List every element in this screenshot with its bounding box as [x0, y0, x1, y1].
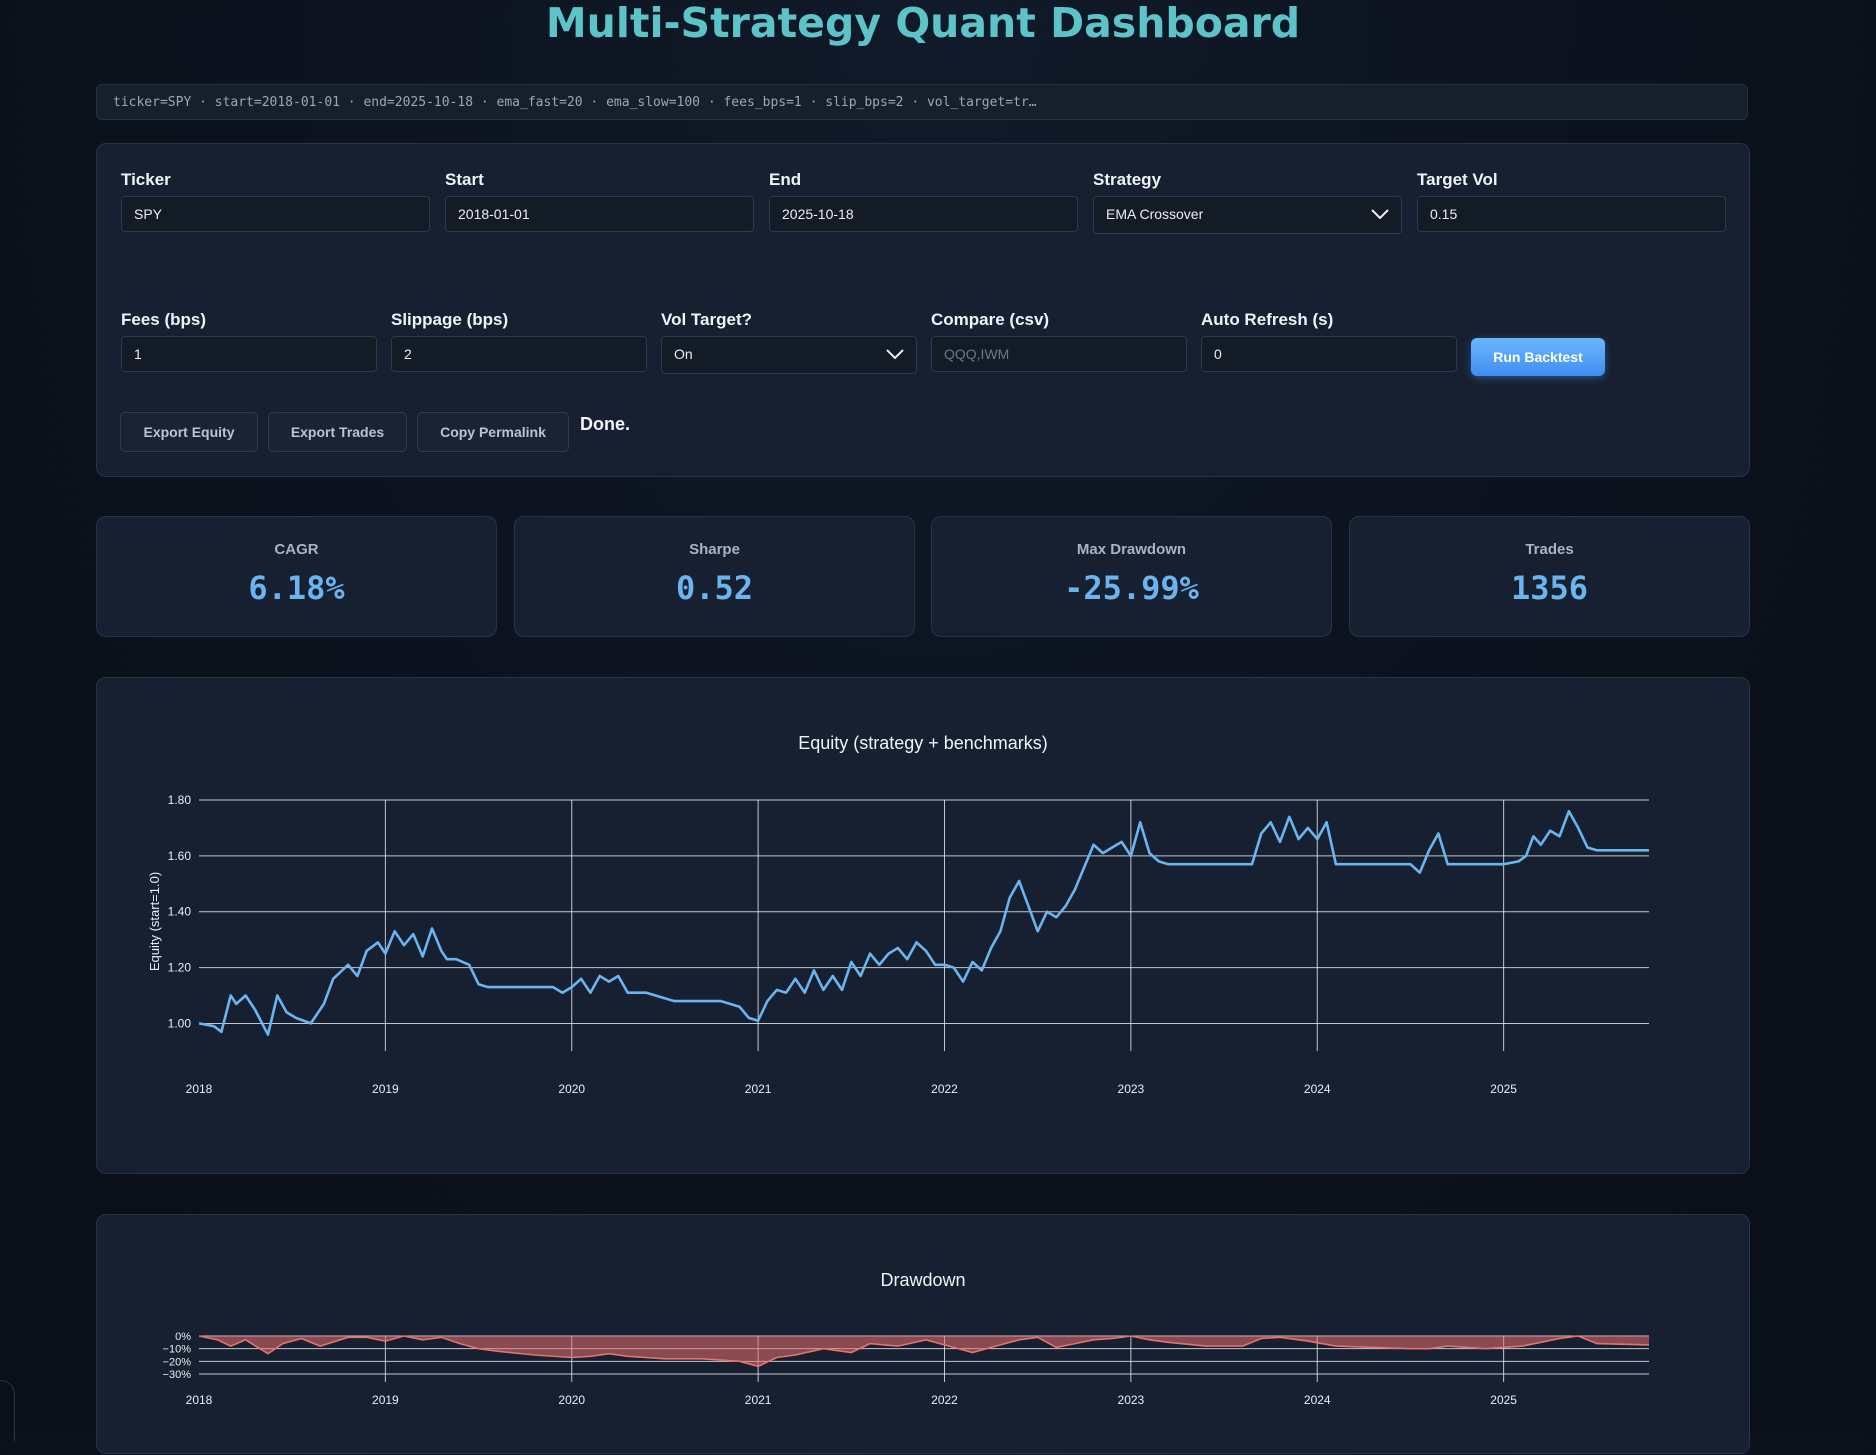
status-text: Done. [580, 414, 631, 434]
x-tick-label: 2022 [931, 1082, 958, 1096]
y-tick-label: −10% [163, 1344, 192, 1356]
fees-input[interactable]: 1 [121, 336, 377, 372]
y-tick-label: 1.60 [168, 849, 192, 863]
kpi-label: Sharpe [689, 541, 740, 558]
fees-label: Fees (bps) [121, 310, 207, 329]
y-tick-label: 1.80 [168, 793, 192, 807]
kpi-value: 1356 [1510, 569, 1589, 607]
compare-input[interactable]: QQQ,IWM [931, 336, 1187, 372]
slippage-field: Slippage (bps) 2 [391, 310, 647, 372]
export-trades-button[interactable]: Export Trades [268, 412, 407, 452]
export-equity-button[interactable]: Export Equity [120, 412, 258, 452]
end-label: End [769, 170, 802, 189]
x-tick-label: 2023 [1118, 1393, 1145, 1407]
x-tick-label: 2023 [1118, 1082, 1145, 1096]
ticker-input[interactable]: SPY [121, 196, 430, 232]
equity-series-line [198, 809, 1649, 1036]
compare-label: Compare (csv) [931, 310, 1050, 329]
ticker-label: Ticker [121, 170, 171, 189]
x-tick-label: 2025 [1490, 1082, 1517, 1096]
kpi-card-max-drawdown: Max Drawdown -25.99% [931, 516, 1332, 637]
x-tick-label: 2022 [931, 1393, 958, 1407]
x-tick-label: 2021 [745, 1082, 772, 1096]
end-date-input[interactable]: 2025-10-18 [769, 196, 1078, 232]
kpi-card-sharpe: Sharpe 0.52 [514, 516, 915, 637]
drawdown-chart-panel: Drawdown 0% −10% −20% −30% 2018 2019 2020 2021 2… [96, 1214, 1750, 1454]
page-title: Multi-Strategy Quant Dashboard [545, 0, 1301, 47]
start-field: Start 2018-01-01 [445, 170, 754, 232]
vol-target-field: Vol Target? On [661, 310, 917, 374]
chevron-down-icon [1371, 209, 1389, 219]
y-axis-label: Equity (start=1.0) [147, 872, 162, 971]
strategy-value: EMA Crossover [1106, 206, 1204, 222]
y-tick-label: −30% [163, 1369, 192, 1381]
x-tick-label: 2020 [558, 1082, 585, 1096]
start-label: Start [445, 170, 484, 189]
kpi-label: Max Drawdown [1076, 541, 1187, 558]
kpi-card-trades: Trades 1356 [1349, 516, 1750, 637]
start-date-input[interactable]: 2018-01-01 [445, 196, 754, 232]
vol-target-label: Vol Target? [661, 310, 752, 329]
strategy-select[interactable]: EMA Crossover [1093, 196, 1402, 234]
kpi-card-cagr: CAGR 6.18% [96, 516, 497, 637]
vol-target-value: On [674, 346, 693, 362]
slippage-input[interactable]: 2 [391, 336, 647, 372]
end-field: End 2025-10-18 [769, 170, 1078, 232]
vol-target-select[interactable]: On [661, 336, 917, 374]
equity-chart: 1.00 1.20 1.40 1.60 1.80 2018 2019 2020 2021 2022… [147, 793, 1649, 1096]
fees-field: Fees (bps) 1 [121, 310, 377, 372]
y-tick-label: 0% [175, 1331, 191, 1343]
kpi-value: 6.18% [248, 569, 345, 607]
y-tick-label: 1.00 [168, 1016, 192, 1030]
x-tick-label: 2018 [186, 1393, 213, 1407]
y-tick-label: −20% [163, 1356, 192, 1368]
chevron-down-icon [886, 349, 904, 359]
x-tick-label: 2018 [186, 1082, 213, 1096]
equity-chart-panel: Equity (strategy + benchmarks) 1.00 1.20 1… [96, 677, 1750, 1174]
target-vol-label: Target Vol [1417, 170, 1498, 189]
copy-permalink-button[interactable]: Copy Permalink [417, 412, 569, 452]
target-vol-input[interactable]: 0.15 [1417, 196, 1726, 232]
compare-field: Compare (csv) QQQ,IWM [931, 310, 1187, 372]
auto-refresh-field: Auto Refresh (s) 0 [1201, 310, 1457, 372]
x-tick-label: 2025 [1490, 1393, 1517, 1407]
kpi-value: 0.52 [675, 569, 754, 607]
window-corner [0, 1380, 15, 1441]
y-tick-label: 1.20 [168, 961, 192, 975]
run-backtest-button[interactable]: Run Backtest [1471, 338, 1605, 376]
ticker-field: Ticker SPY [121, 170, 430, 232]
drawdown-chart: 0%−10%−20%−30% 2018 2019 2020 2021 2022 2023 20… [163, 1331, 1650, 1407]
x-tick-label: 2019 [372, 1082, 399, 1096]
auto-refresh-input[interactable]: 0 [1201, 336, 1457, 372]
strategy-label: Strategy [1093, 170, 1162, 189]
x-tick-label: 2021 [745, 1393, 772, 1407]
strategy-field: Strategy EMA Crossover [1093, 170, 1402, 234]
x-tick-label: 2024 [1304, 1082, 1331, 1096]
y-tick-label: 1.40 [168, 905, 192, 919]
auto-refresh-label: Auto Refresh (s) [1201, 310, 1334, 329]
x-tick-label: 2024 [1304, 1393, 1331, 1407]
x-tick-label: 2019 [372, 1393, 399, 1407]
target-vol-field: Target Vol 0.15 [1417, 170, 1726, 232]
kpi-label: Trades [1525, 541, 1574, 558]
kpi-label: CAGR [274, 541, 319, 558]
permalink-bar: ticker=SPY · start=2018-01-01 · end=2025… [96, 84, 1748, 120]
x-tick-label: 2020 [558, 1393, 585, 1407]
kpi-value: -25.99% [1064, 569, 1199, 607]
slippage-label: Slippage (bps) [391, 310, 509, 329]
